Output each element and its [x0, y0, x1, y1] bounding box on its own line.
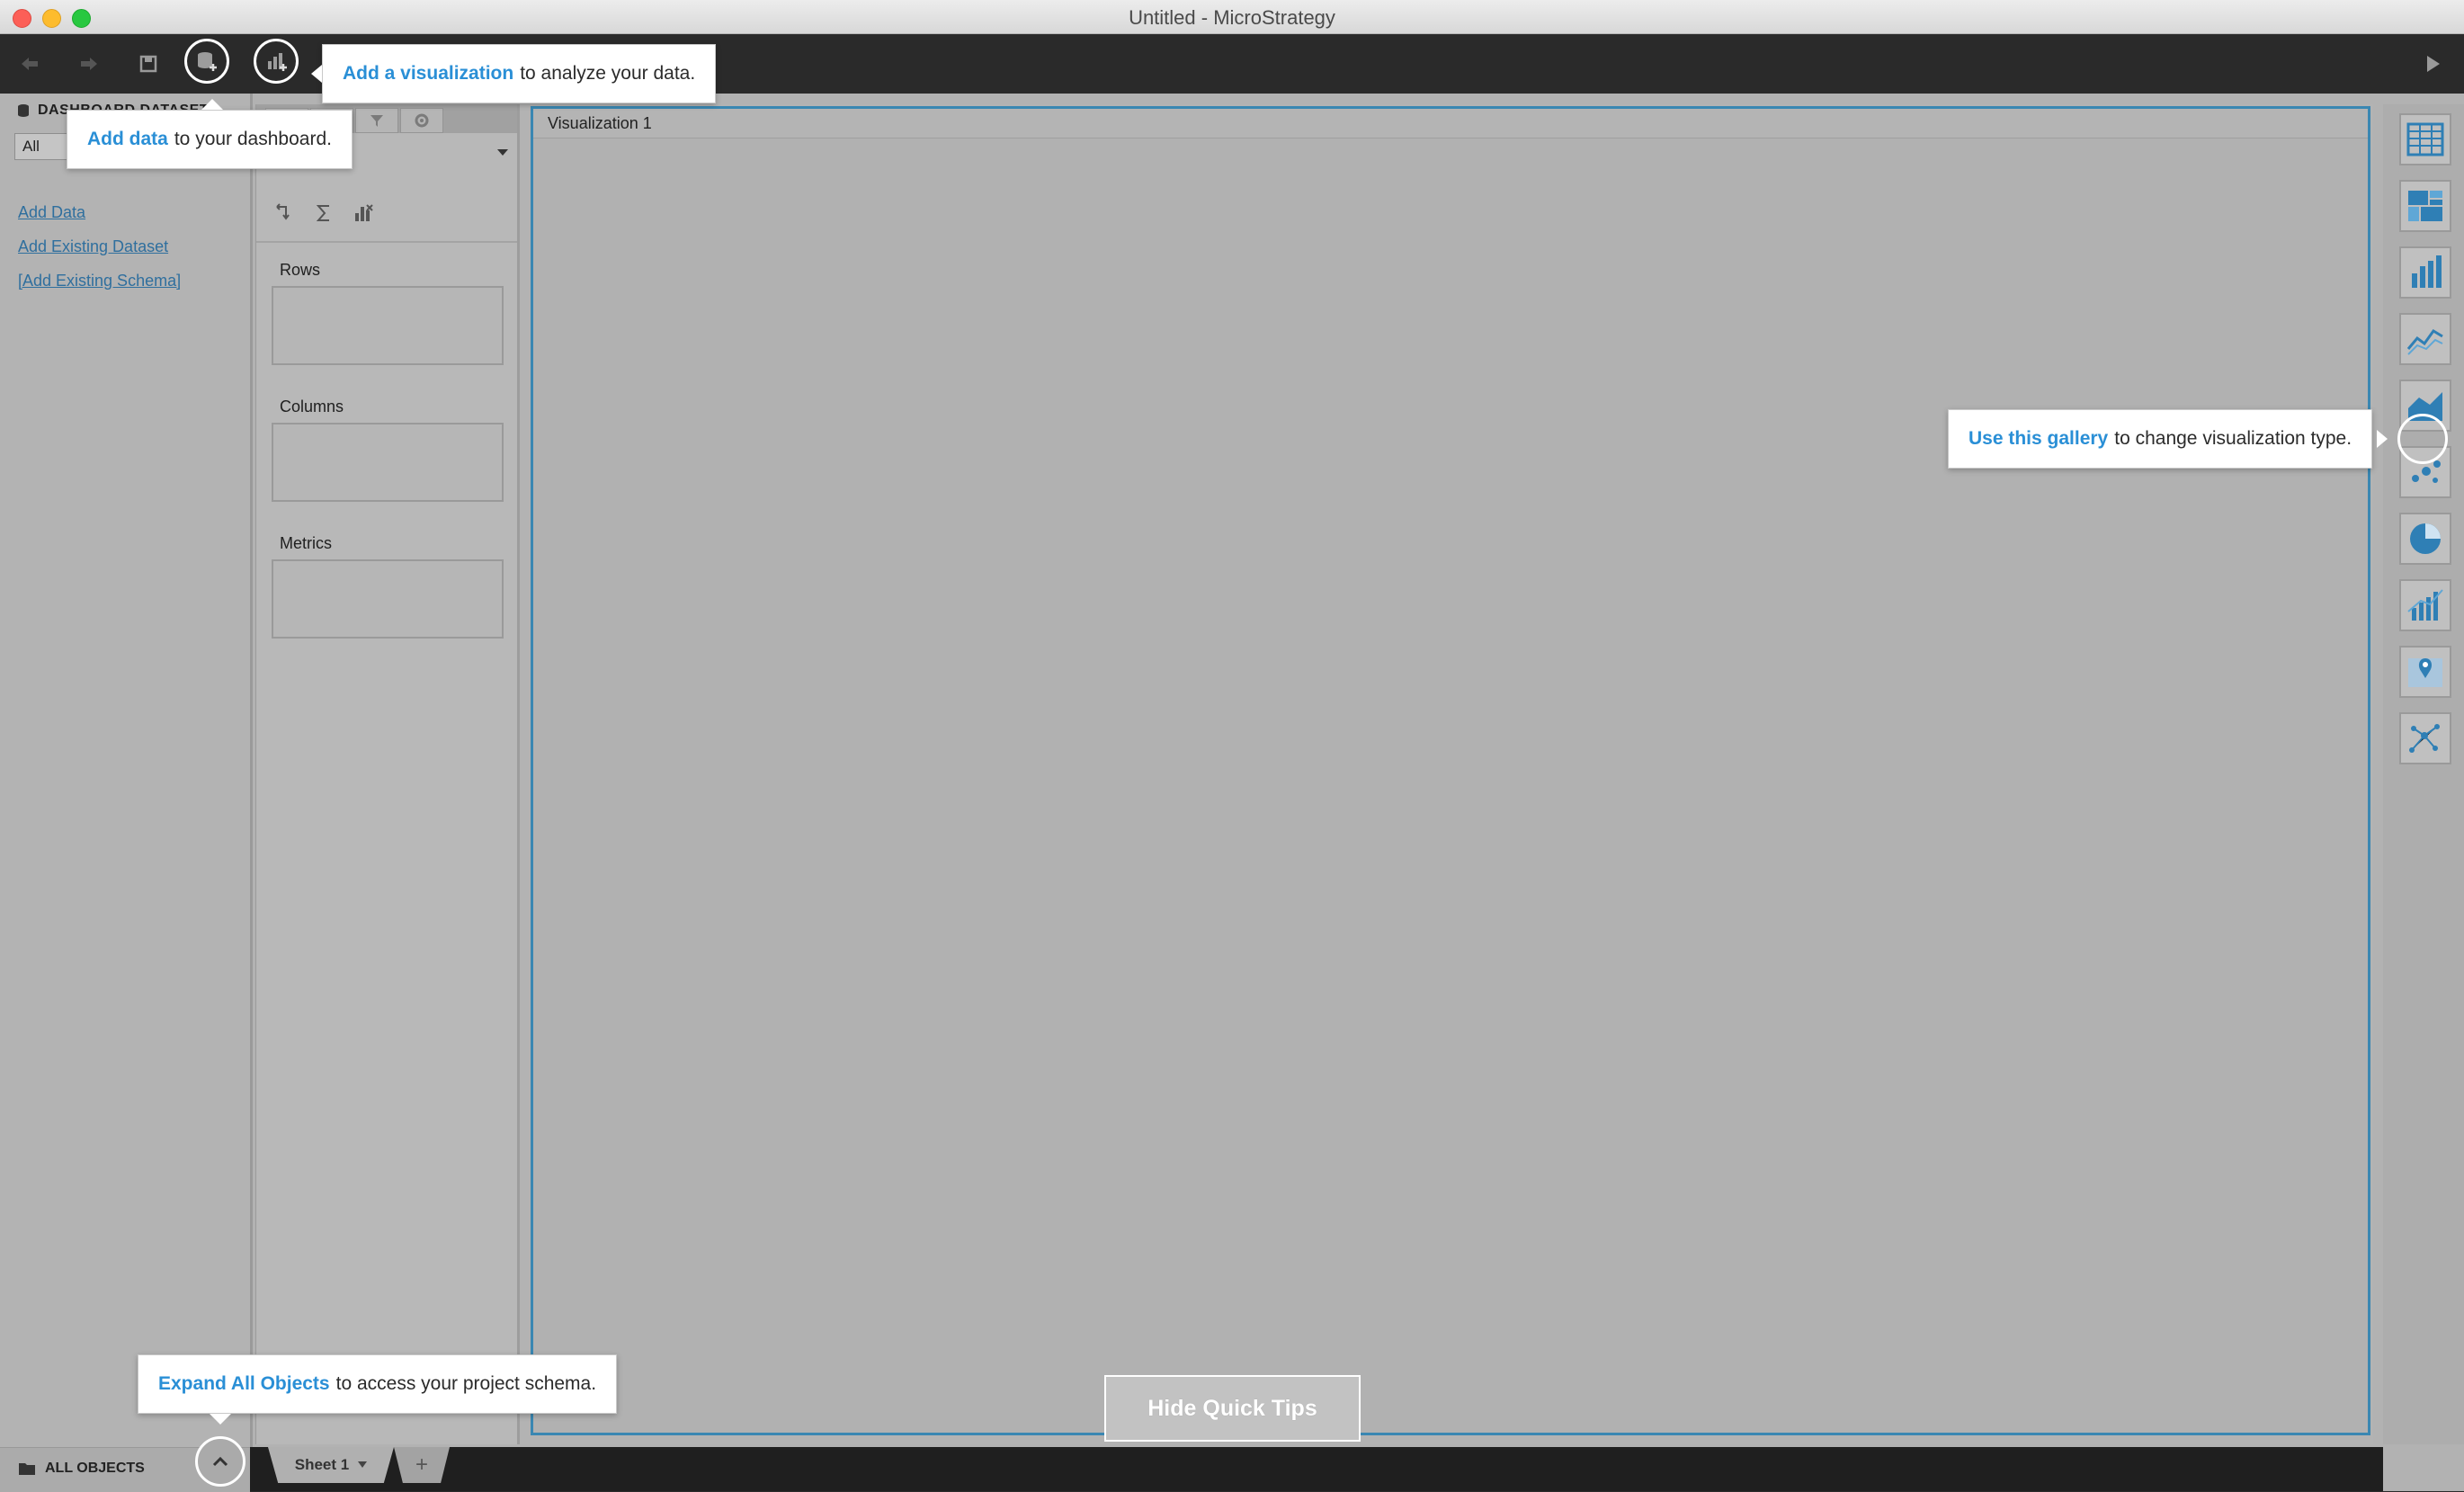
chart-add-icon	[268, 53, 287, 71]
tab-format[interactable]	[400, 108, 443, 133]
tip-highlight: Use this gallery	[1969, 428, 2109, 449]
combo-chart-icon[interactable]	[2399, 579, 2451, 631]
dashboard-canvas: Visualization 1	[520, 104, 2373, 1444]
metrics-label: Metrics	[280, 534, 332, 552]
chevron-down-icon[interactable]	[497, 149, 508, 156]
tip-pointer	[210, 1414, 231, 1425]
undo-icon[interactable]	[16, 50, 43, 77]
hide-quick-tips-button[interactable]: Hide Quick Tips	[1104, 1375, 1361, 1442]
add-data-button[interactable]	[184, 39, 229, 84]
chevron-up-icon	[212, 1456, 228, 1467]
visualization-title[interactable]: Visualization 1	[548, 114, 652, 133]
editor-actions	[272, 201, 506, 234]
redo-icon[interactable]	[76, 50, 103, 77]
all-objects-label: ALL OBJECTS	[18, 1461, 145, 1477]
tip-highlight: Add a visualization	[343, 63, 514, 84]
dataset-filter-select[interactable]: All	[14, 133, 68, 160]
sigma-icon[interactable]	[312, 201, 335, 234]
swap-icon[interactable]	[272, 201, 296, 234]
add-existing-dataset-link[interactable]: Add Existing Dataset	[18, 237, 168, 256]
datasets-panel: DASHBOARD DATASETS All Add Data Add Exis…	[0, 94, 253, 1447]
add-visualization-tip: Add a visualization to analyze your data…	[322, 44, 717, 103]
window-title: Untitled - MicroStrategy	[1129, 6, 1335, 29]
folder-icon	[19, 1463, 35, 1475]
add-sheet-button[interactable]: +	[394, 1447, 450, 1483]
grid-icon[interactable]	[2399, 113, 2451, 165]
tab-filter[interactable]	[355, 108, 398, 133]
gear-icon	[415, 113, 429, 128]
presentation-mode-icon[interactable]	[2419, 50, 2446, 77]
database-icon	[18, 104, 29, 117]
pie-chart-icon[interactable]	[2399, 513, 2451, 565]
sheet-tab[interactable]: Sheet 1	[268, 1447, 394, 1483]
visualization-container[interactable]: Visualization 1	[531, 106, 2370, 1435]
add-visualization-button[interactable]	[254, 39, 299, 84]
expand-all-objects-tip: Expand All Objects to access your projec…	[138, 1354, 618, 1414]
tip-text: to access your project schema.	[335, 1373, 597, 1394]
database-add-icon	[198, 52, 217, 71]
rows-label: Rows	[280, 261, 321, 279]
tip-pointer	[201, 99, 223, 110]
sheet-tabs-bar: Sheet 1 +	[250, 1447, 2383, 1491]
sheet-tab-label: Sheet 1	[294, 1456, 350, 1473]
add-data-link[interactable]: Add Data	[18, 203, 85, 222]
visualization-gallery	[2383, 104, 2464, 1444]
dashboard-workspace: DASHBOARD DATASETS All Add Data Add Exis…	[0, 94, 2464, 1492]
tip-text: to analyze your data.	[520, 63, 696, 84]
chevron-down-icon[interactable]	[358, 1461, 368, 1469]
window-titlebar: Untitled - MicroStrategy	[0, 0, 2464, 34]
tip-highlight: Add data	[87, 129, 168, 149]
bar-chart-icon[interactable]	[2399, 246, 2451, 299]
tip-text: to change visualization type.	[2114, 428, 2352, 449]
add-data-tip: Add data to your dashboard.	[67, 110, 353, 169]
divider	[256, 241, 517, 243]
map-icon[interactable]	[2399, 646, 2451, 698]
chart-options-icon[interactable]	[352, 201, 375, 234]
columns-drop-zone[interactable]	[272, 423, 504, 502]
gallery-highlight-circle	[2397, 414, 2448, 464]
filter-icon	[370, 115, 383, 127]
visualization-title-bar: Visualization 1	[533, 109, 2368, 138]
all-objects-text: ALL OBJECTS	[45, 1461, 145, 1476]
expand-all-objects-button[interactable]	[195, 1436, 246, 1487]
tip-highlight: Expand All Objects	[158, 1373, 330, 1394]
tip-text: to your dashboard.	[174, 129, 332, 149]
line-chart-icon[interactable]	[2399, 313, 2451, 365]
editor-panel: on 1 Rows Columns Metrics	[255, 104, 521, 1444]
add-existing-schema-link[interactable]: [Add Existing Schema]	[18, 272, 181, 290]
metrics-drop-zone[interactable]	[272, 559, 504, 639]
tip-pointer	[2377, 430, 2388, 448]
gallery-tip: Use this gallery to change visualization…	[1948, 409, 2373, 469]
heatmap-icon[interactable]	[2399, 180, 2451, 232]
network-icon[interactable]	[2399, 712, 2451, 764]
rows-drop-zone[interactable]	[272, 286, 504, 365]
tip-pointer	[311, 65, 322, 83]
save-icon[interactable]	[135, 50, 162, 77]
columns-label: Columns	[280, 398, 344, 415]
